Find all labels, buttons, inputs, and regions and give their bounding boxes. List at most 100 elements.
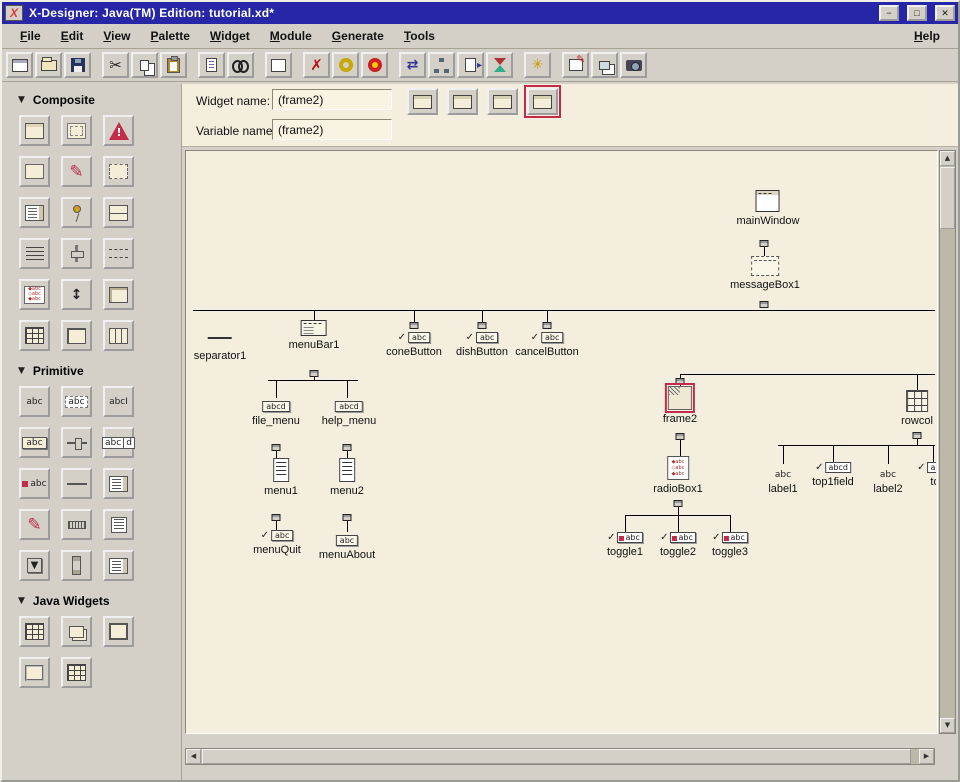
tree-node-menuabout[interactable]: menuAbout [319, 532, 375, 561]
tree-anchor-icon[interactable] [272, 444, 281, 451]
save-button[interactable] [64, 52, 91, 78]
scroll-down-button[interactable]: ▼ [940, 718, 955, 733]
tree-node-toggle3[interactable]: toggle3 [712, 532, 748, 558]
vertical-scrollbar[interactable]: ▲ ▼ [939, 150, 956, 734]
tree-node-truncated[interactable]: to [917, 462, 936, 488]
palette-slider-button[interactable] [61, 427, 92, 458]
palette-panel-button[interactable] [19, 657, 50, 688]
tree-node-menu2[interactable]: menu2 [330, 458, 364, 497]
palette-pencil-button[interactable] [61, 156, 92, 187]
paste-button[interactable] [160, 52, 187, 78]
tree-node-separator1[interactable]: separator1 [194, 334, 247, 362]
palette-section-composite[interactable]: ▼Composite [2, 84, 181, 113]
tree-node-menu1[interactable]: menu1 [264, 458, 298, 497]
menu-file[interactable]: File [10, 25, 51, 47]
palette-dashes-button[interactable] [103, 238, 134, 269]
dialog-window-button[interactable] [527, 88, 558, 115]
tree-anchor-icon[interactable] [478, 322, 487, 329]
maximize-button[interactable]: □ [907, 5, 927, 21]
tree-anchor-icon[interactable] [676, 378, 685, 385]
menu-view[interactable]: View [93, 25, 140, 47]
tree-node-label1[interactable]: label1 [768, 466, 797, 495]
tree-node-conebutton[interactable]: coneButton [386, 332, 442, 358]
tree-node-toggle2[interactable]: toggle2 [660, 532, 696, 558]
palette-section-primitive[interactable]: ▼Primitive [2, 355, 181, 384]
palette-scrolledtext-button[interactable] [103, 468, 134, 499]
palette-list-button[interactable] [103, 509, 134, 540]
cut-button[interactable] [102, 52, 129, 78]
close-button[interactable]: ✕ [935, 5, 955, 21]
tree-anchor-icon[interactable] [913, 432, 922, 439]
hierarchy-button[interactable] [428, 52, 455, 78]
palette-gauge-button[interactable] [61, 509, 92, 540]
test-button[interactable] [524, 52, 551, 78]
palette-gridlayout-button[interactable] [19, 616, 50, 647]
palette-scrollbar-button[interactable] [61, 550, 92, 581]
tree-anchor-icon[interactable] [760, 240, 769, 247]
menu-module[interactable]: Module [260, 25, 322, 47]
menu-widget[interactable]: Widget [200, 25, 260, 47]
tree-anchor-icon[interactable] [760, 301, 769, 308]
tree-node-mainwindow[interactable]: mainWindow [737, 190, 800, 227]
palette-grid-button[interactable] [19, 320, 50, 351]
generate-button[interactable] [457, 52, 484, 78]
palette-table-button[interactable] [61, 657, 92, 688]
variable-name-input[interactable] [272, 119, 392, 140]
scroll-left-button[interactable]: ◀ [186, 749, 201, 764]
tree-node-rowcol[interactable]: rowcol [901, 390, 933, 427]
structure-button[interactable] [486, 52, 513, 78]
palette-scale-button[interactable] [61, 279, 92, 310]
tree-anchor-icon[interactable] [410, 322, 419, 329]
widget-name-input[interactable] [272, 89, 392, 110]
new-design-button[interactable] [6, 52, 33, 78]
palette-scrollwin-button[interactable] [19, 197, 50, 228]
target-button[interactable] [361, 52, 388, 78]
tree-node-top1field[interactable]: top1field [812, 462, 854, 488]
vertical-scrollbar-thumb[interactable] [940, 167, 955, 229]
tree-node-toggle1[interactable]: toggle1 [607, 532, 643, 558]
palette-layout-button[interactable] [61, 320, 92, 351]
palette-warning-button[interactable] [103, 115, 134, 146]
scroll-right-button[interactable]: ▶ [919, 749, 934, 764]
tree-node-dishbutton[interactable]: dishButton [456, 332, 508, 358]
tree-node-help-menu[interactable]: help_menu [322, 398, 376, 427]
hierarchy-canvas[interactable]: mainWindow messageBox1 separator1 menuBa… [187, 152, 936, 732]
palette-paned-button[interactable] [103, 197, 134, 228]
tree-node-messagebox1[interactable]: messageBox1 [730, 256, 800, 291]
move-button[interactable] [303, 52, 330, 78]
reset-button[interactable] [198, 52, 225, 78]
palette-optionmenu-button[interactable] [19, 550, 50, 581]
tree-node-frame2[interactable]: frame2 [663, 386, 697, 425]
menu-help[interactable]: Help [904, 25, 950, 47]
palette-radio-button[interactable] [19, 279, 50, 310]
tree-anchor-icon[interactable] [272, 514, 281, 521]
palette-pin-button[interactable] [61, 197, 92, 228]
open-button[interactable] [35, 52, 62, 78]
palette-textlines-button[interactable] [19, 238, 50, 269]
palette-combo-button[interactable] [103, 427, 134, 458]
palette-cardlayout-button[interactable] [61, 616, 92, 647]
tree-node-file-menu[interactable]: file_menu [252, 398, 300, 427]
palette-toggle-button[interactable] [19, 468, 50, 499]
search-button[interactable] [227, 52, 254, 78]
tree-anchor-icon[interactable] [310, 370, 319, 377]
tree-anchor-icon[interactable] [343, 444, 352, 451]
horizontal-scrollbar[interactable]: ◀ ▶ [185, 748, 935, 765]
tree-node-menuquit[interactable]: menuQuit [253, 530, 301, 556]
tree-anchor-icon[interactable] [676, 433, 685, 440]
copy-button[interactable] [131, 52, 158, 78]
tree-node-label2[interactable]: label2 [873, 466, 902, 495]
palette-label-button[interactable] [19, 386, 50, 417]
palette-bulletin-button[interactable] [103, 156, 134, 187]
palette-scrolledlist-button[interactable] [103, 550, 134, 581]
edit-button[interactable] [562, 52, 589, 78]
tree-node-cancelbutton[interactable]: cancelButton [515, 332, 579, 358]
ring-button[interactable] [332, 52, 359, 78]
tree-node-radiobox1[interactable]: radioBox1 [653, 456, 703, 495]
palette-borderlayout-button[interactable] [103, 616, 134, 647]
palette-text-button[interactable] [103, 386, 134, 417]
palette-form-button[interactable] [19, 156, 50, 187]
minimize-button[interactable]: − [879, 5, 899, 21]
tree-anchor-icon[interactable] [674, 500, 683, 507]
resize-button[interactable] [399, 52, 426, 78]
